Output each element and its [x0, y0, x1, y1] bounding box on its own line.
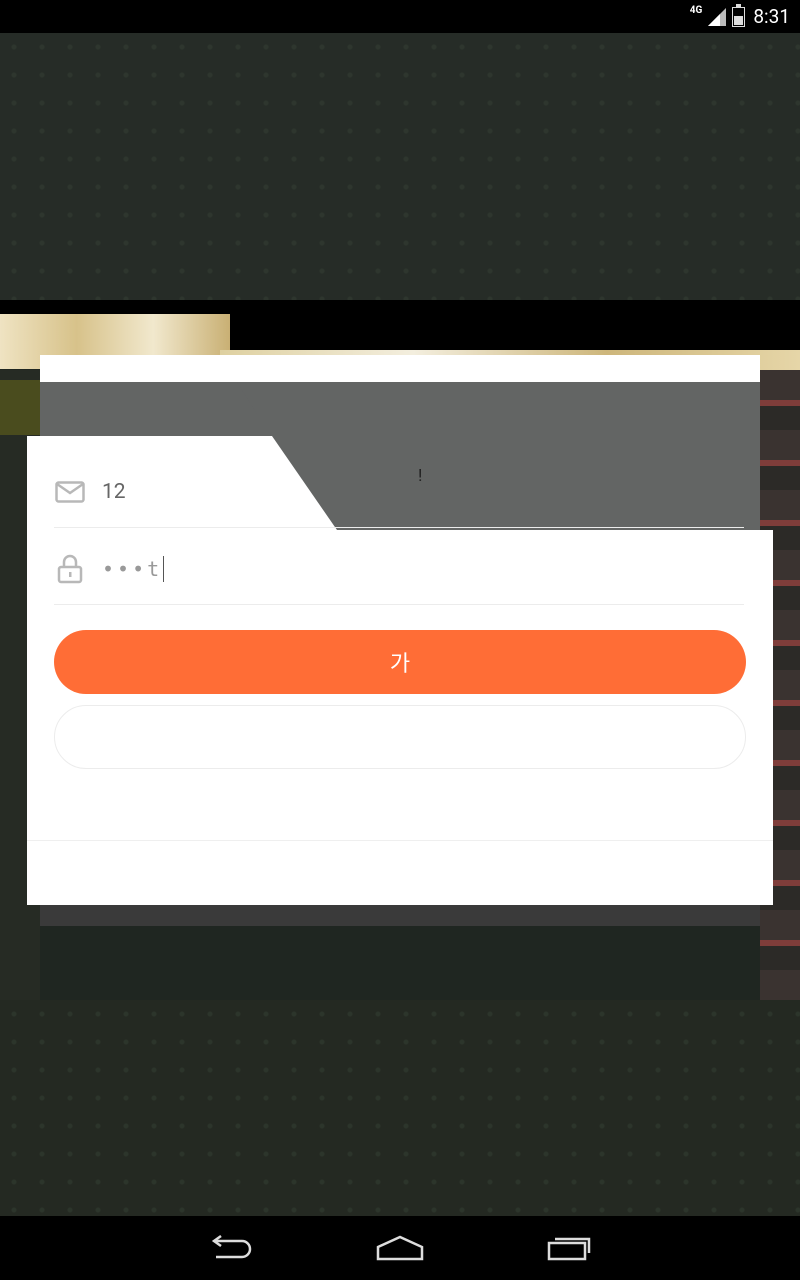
password-field[interactable]: •••t	[54, 534, 744, 605]
login-button[interactable]: 가	[54, 630, 746, 694]
lock-icon	[54, 553, 86, 585]
home-button[interactable]	[370, 1228, 430, 1268]
mail-icon	[54, 476, 86, 508]
home-icon	[376, 1235, 424, 1261]
text-cursor	[163, 556, 165, 582]
password-value[interactable]: •••t	[102, 557, 162, 581]
recents-button[interactable]	[540, 1228, 600, 1268]
background-bottom	[0, 1000, 800, 1216]
secondary-button[interactable]	[54, 705, 746, 769]
network-type-label: 4G	[689, 5, 703, 16]
battery-icon	[732, 3, 746, 27]
dialog-shadow	[40, 904, 760, 926]
signal-icon	[708, 7, 727, 26]
back-button[interactable]	[200, 1228, 260, 1268]
email-field[interactable]: 12	[54, 457, 744, 528]
background-left-accent	[0, 380, 40, 435]
back-icon	[211, 1235, 252, 1259]
dialog-divider	[27, 840, 773, 841]
navigation-bar	[0, 1216, 800, 1280]
email-value[interactable]: 12	[102, 480, 126, 504]
background-image-top	[0, 33, 800, 308]
clock: 8:31	[753, 5, 790, 28]
recents-icon	[547, 1237, 591, 1261]
status-bar: 4G 8:31	[0, 0, 800, 33]
